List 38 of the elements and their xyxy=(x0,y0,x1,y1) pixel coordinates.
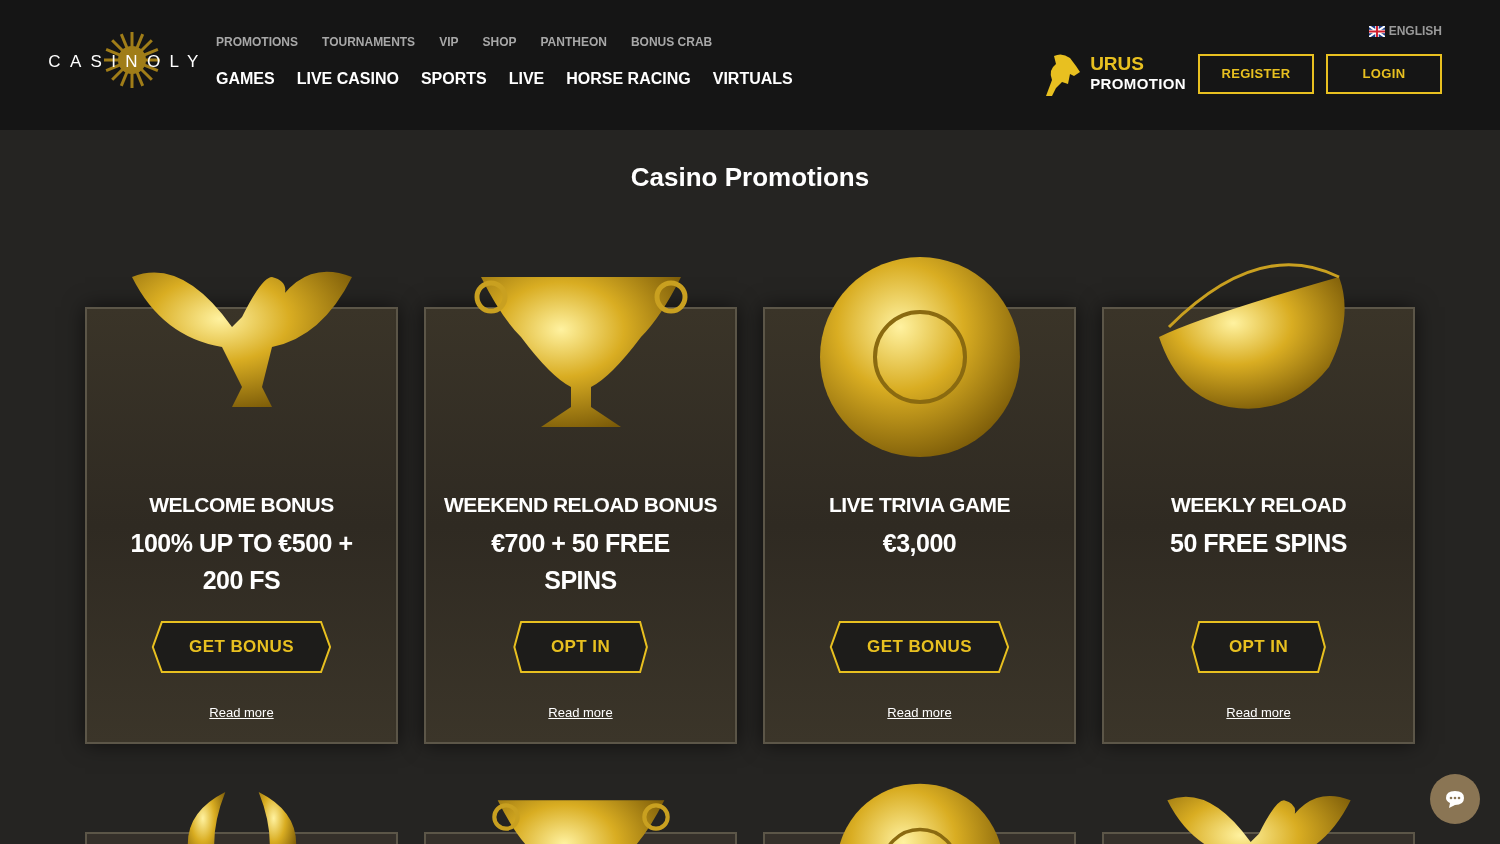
promotion-link[interactable]: URUS PROMOTION xyxy=(1042,52,1186,96)
promo-subtitle: PROMOTION xyxy=(1090,74,1186,94)
read-more-link[interactable]: Read more xyxy=(209,702,274,722)
chat-button[interactable] xyxy=(1430,774,1480,824)
top-nav-link[interactable]: VIP xyxy=(439,33,459,51)
promo-title: LIVE TRIVIA GAME xyxy=(829,492,1010,518)
main-nav-link[interactable]: HORSE RACING xyxy=(566,67,691,91)
promo-title: URUS xyxy=(1090,54,1145,74)
promo-title: WEEKLY RELOAD xyxy=(1170,492,1347,518)
header-button[interactable]: REGISTER xyxy=(1198,54,1314,94)
hexagon-button[interactable]: OPT IN xyxy=(512,620,649,673)
page-title: Casino Promotions xyxy=(629,161,871,194)
header-button[interactable]: LOGIN xyxy=(1326,54,1442,94)
main-nav-link[interactable]: LIVE xyxy=(508,67,545,91)
read-more-link[interactable]: Read more xyxy=(1226,702,1291,722)
top-nav-link[interactable]: TOURNAMENTS xyxy=(322,33,416,51)
top-nav-link[interactable]: SHOP xyxy=(482,33,517,51)
promo-offer: €700 + 50 FREE SPINS xyxy=(490,527,671,596)
top-nav-link[interactable]: BONUS CRAB xyxy=(630,33,713,51)
main-nav-link[interactable]: LIVE CASINO xyxy=(296,67,399,91)
promo-title: WELCOME BONUS xyxy=(149,492,334,518)
read-more-link[interactable]: Read more xyxy=(887,702,952,722)
promo-offer: 50 FREE SPINS xyxy=(1169,527,1348,559)
hexagon-button[interactable]: GET BONUS xyxy=(151,620,332,673)
promo-offer: 100% UP TO €500 + 200 FS xyxy=(129,527,354,596)
top-nav-link[interactable]: PANTHEON xyxy=(540,33,607,51)
read-more-link[interactable]: Read more xyxy=(548,702,613,722)
promo-title: WEEKEND RELOAD BONUS xyxy=(444,492,717,518)
main-nav-link[interactable]: GAMES xyxy=(216,67,275,91)
promo-offer: €3,000 xyxy=(881,527,958,559)
hexagon-button[interactable]: GET BONUS xyxy=(829,620,1010,673)
flag-icon xyxy=(1368,25,1385,37)
chat-bubble-icon xyxy=(1445,789,1465,809)
language-selector[interactable]: ENGLISH xyxy=(1368,22,1442,40)
hexagon-button[interactable]: OPT IN xyxy=(1190,620,1327,673)
main-nav-link[interactable]: VIRTUALS xyxy=(712,67,793,91)
main-nav-link[interactable]: SPORTS xyxy=(420,67,487,91)
top-nav-link[interactable]: PROMOTIONS xyxy=(216,33,298,51)
